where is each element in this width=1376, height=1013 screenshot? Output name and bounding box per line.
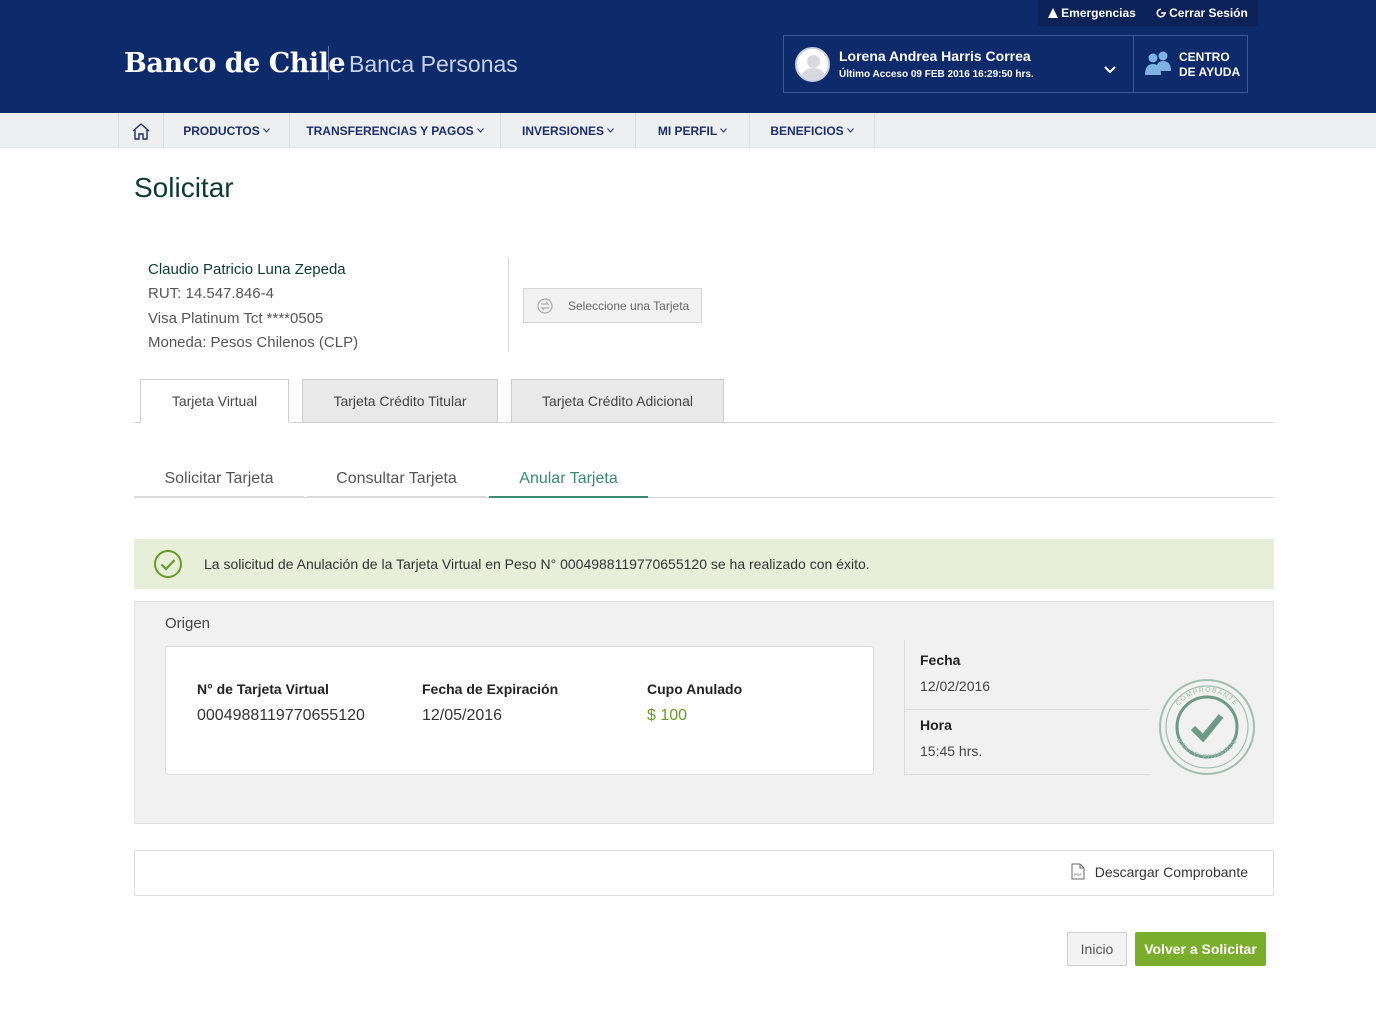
time-value: 15:45 hrs. — [920, 743, 983, 759]
help-center-button[interactable]: CENTRO DE AYUDA — [1134, 35, 1248, 93]
expiration-value: 12/05/2016 — [422, 707, 503, 724]
download-bar: PDF Descargar Comprobante — [134, 850, 1274, 896]
client-currency: Moneda: Pesos Chilenos (CLP) — [148, 333, 359, 351]
card-number-field: N° de Tarjeta Virtual 000498811977065512… — [197, 681, 365, 725]
download-receipt-label: Descargar Comprobante — [1094, 863, 1248, 880]
nav-transferencias[interactable]: TRANSFERENCIAS Y PAGOS — [290, 113, 501, 148]
header: Emergencias Cerrar Sesión Banco de Chile… — [0, 0, 1376, 113]
stamp-bottom-text: BANCO EDWARDS — [1175, 737, 1239, 761]
card-number-label: N° de Tarjeta Virtual — [197, 681, 329, 697]
nav-beneficios[interactable]: BENEFICIOS — [750, 113, 875, 148]
last-access: Último Acceso 09 FEB 2016 16:29:50 hrs. — [839, 69, 1034, 80]
emergencias-link[interactable]: Emergencias — [1048, 6, 1136, 20]
date-value: 12/02/2016 — [920, 678, 991, 694]
nav-home[interactable] — [118, 113, 164, 148]
receipt-stamp-icon: COMPROBANTE BANCO EDWARDS — [1159, 679, 1255, 775]
logout-icon — [1156, 8, 1167, 18]
amount-value: $ 100 — [647, 707, 688, 724]
bank-logo[interactable]: Banco de Chile — [124, 48, 346, 79]
amount-label: Cupo Anulado — [647, 681, 743, 697]
nav-transferencias-label: TRANSFERENCIAS Y PAGOS — [306, 123, 474, 138]
user-menu[interactable]: Lorena Andrea Harris Correa Último Acces… — [783, 35, 1134, 93]
date-field: Fecha 12/02/2016 — [904, 652, 1150, 710]
client-divider — [508, 258, 509, 352]
select-card-button[interactable]: Seleccione una Tarjeta — [523, 288, 702, 323]
success-message: La solicitud de Anulación de la Tarjeta … — [204, 556, 870, 572]
chevron-down-icon — [846, 128, 854, 133]
subtab-anular-tarjeta[interactable]: Anular Tarjeta — [489, 462, 648, 498]
time-field: Hora 15:45 hrs. — [904, 717, 1150, 775]
tab-tarjeta-credito-adicional[interactable]: Tarjeta Crédito Adicional — [511, 379, 724, 423]
people-icon — [1145, 51, 1171, 75]
main-nav: PRODUCTOS TRANSFERENCIAS Y PAGOS INVERSI… — [0, 113, 1376, 148]
download-receipt-button[interactable]: PDF Descargar Comprobante — [1071, 863, 1248, 880]
tab-tarjeta-virtual[interactable]: Tarjeta Virtual — [140, 379, 289, 423]
cerrar-sesion-label: Cerrar Sesión — [1169, 6, 1248, 20]
svg-text:PDF: PDF — [1074, 872, 1083, 877]
nav-mi-perfil[interactable]: MI PERFIL — [636, 113, 750, 148]
nav-productos-label: PRODUCTOS — [183, 123, 260, 138]
warning-icon — [1048, 8, 1059, 18]
nav-inversiones-label: INVERSIONES — [521, 123, 605, 138]
subtab-divider — [134, 497, 1274, 498]
svg-text:BANCO EDWARDS: BANCO EDWARDS — [1175, 737, 1240, 761]
card-exchange-icon — [537, 297, 553, 314]
client-info: Claudio Patricio Luna Zepeda RUT: 14.547… — [148, 258, 358, 355]
success-alert: La solicitud de Anulación de la Tarjeta … — [134, 539, 1274, 589]
subtab-solicitar-tarjeta[interactable]: Solicitar Tarjeta — [134, 462, 304, 498]
nav-mi-perfil-label: MI PERFIL — [657, 123, 718, 138]
card-number-value: 0004988119770655120 — [197, 707, 365, 724]
section-subtitle: Banca Personas — [349, 51, 518, 77]
cerrar-sesion-link[interactable]: Cerrar Sesión — [1156, 6, 1248, 20]
page-title: Solicitar — [134, 172, 234, 203]
pdf-icon: PDF — [1071, 863, 1085, 880]
volver-a-solicitar-button[interactable]: Volver a Solicitar — [1135, 932, 1266, 966]
nav-inversiones[interactable]: INVERSIONES — [501, 113, 636, 148]
chevron-down-icon — [262, 128, 270, 133]
origin-title: Origen — [165, 615, 211, 632]
expiration-field: Fecha de Expiración 12/05/2016 — [422, 681, 558, 725]
date-label: Fecha — [920, 652, 961, 668]
chevron-down-icon — [607, 128, 614, 133]
chevron-down-icon — [476, 128, 484, 133]
home-icon — [132, 122, 150, 140]
emergencias-label: Emergencias — [1061, 6, 1136, 20]
chevron-down-icon — [720, 128, 728, 133]
subtab-consultar-tarjeta[interactable]: Consultar Tarjeta — [307, 462, 486, 498]
nav-productos[interactable]: PRODUCTOS — [164, 113, 290, 148]
help-center-label: CENTRO DE AYUDA — [1179, 50, 1241, 79]
check-circle-icon — [154, 550, 182, 578]
top-links: Emergencias Cerrar Sesión — [1038, 0, 1258, 26]
client-card: Visa Platinum Tct ****0505 — [148, 309, 324, 327]
expiration-label: Fecha de Expiración — [422, 681, 559, 697]
client-rut: RUT: 14.547.846-4 — [148, 285, 274, 303]
nav-beneficios-label: BENEFICIOS — [770, 123, 844, 138]
user-name: Lorena Andrea Harris Correa — [839, 48, 1031, 64]
tab-tarjeta-credito-titular[interactable]: Tarjeta Crédito Titular — [302, 379, 498, 423]
select-card-label: Seleccione una Tarjeta — [568, 298, 690, 313]
origin-panel: Origen N° de Tarjeta Virtual 00049881197… — [134, 601, 1274, 824]
origin-card: N° de Tarjeta Virtual 000498811977065512… — [165, 646, 874, 775]
chevron-down-icon[interactable] — [1104, 66, 1116, 74]
inicio-button[interactable]: Inicio — [1067, 932, 1127, 966]
avatar — [795, 47, 830, 82]
logo-divider — [328, 46, 329, 80]
time-label: Hora — [920, 717, 952, 733]
client-name: Claudio Patricio Luna Zepeda — [148, 261, 346, 278]
amount-field: Cupo Anulado $ 100 — [647, 681, 742, 725]
